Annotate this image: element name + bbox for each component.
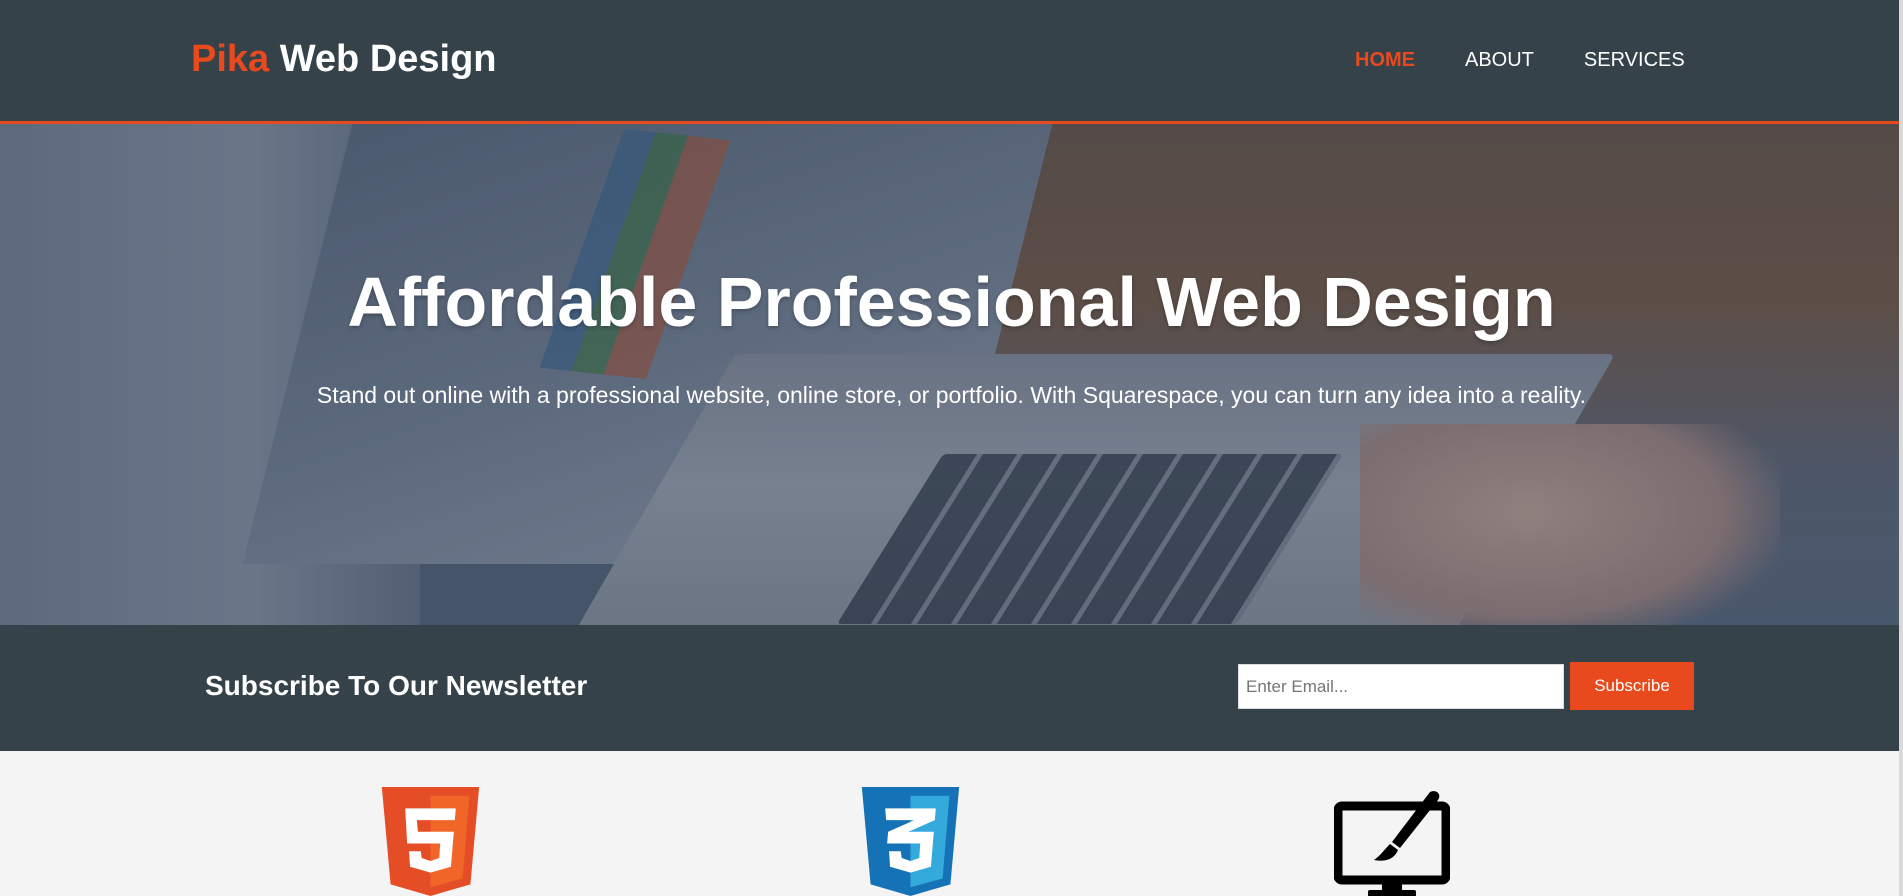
site-logo[interactable]: Pika Web Design xyxy=(191,38,497,81)
newsletter-section: Subscribe To Our Newsletter Subscribe xyxy=(0,625,1903,751)
hero-title: Affordable Professional Web Design xyxy=(347,263,1556,341)
brand-text: Web Design xyxy=(269,38,497,80)
hero-overlay xyxy=(0,124,1903,625)
hero-subtitle: Stand out online with a professional web… xyxy=(316,382,1587,408)
newsletter-heading: Subscribe To Our Newsletter xyxy=(205,670,588,701)
brand-highlight: Pika xyxy=(191,38,270,80)
html5-icon xyxy=(381,787,480,896)
nav-home[interactable]: HOME xyxy=(1355,49,1415,72)
email-input[interactable] xyxy=(1238,664,1564,709)
hero-showcase: Affordable Professional Web Design Stand… xyxy=(0,124,1903,625)
nav-about[interactable]: ABOUT xyxy=(1465,49,1534,72)
feature-boxes xyxy=(0,751,1903,896)
site-header: Pika Web Design HOME ABOUT SERVICES xyxy=(0,0,1903,124)
brush-monitor-icon xyxy=(1334,791,1450,896)
scrollbar-edge xyxy=(1899,0,1903,896)
nav-services[interactable]: SERVICES xyxy=(1584,49,1685,72)
main-nav: HOME ABOUT SERVICES xyxy=(1355,49,1735,72)
subscribe-button[interactable]: Subscribe xyxy=(1570,662,1694,710)
css3-icon xyxy=(861,787,960,896)
